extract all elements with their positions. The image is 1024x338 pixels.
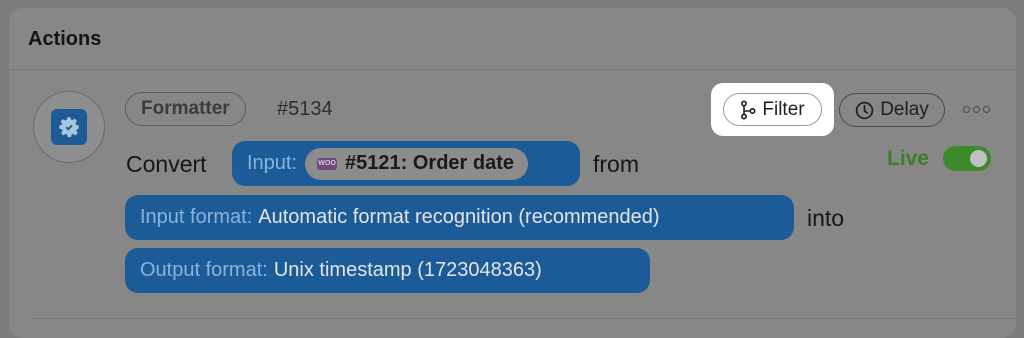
more-dot: [983, 105, 990, 113]
input-value-pill[interactable]: WOO #5121: Order date: [305, 147, 529, 180]
delay-button[interactable]: Delay: [839, 93, 945, 127]
more-dot: [973, 105, 980, 113]
output-format-value: Unix timestamp (1723048363): [273, 259, 542, 281]
more-options-icon[interactable]: [963, 104, 991, 114]
branch-icon: [741, 99, 756, 120]
input-chip-label: Input:: [247, 152, 298, 174]
word-from: from: [593, 151, 639, 177]
panel-title: Actions: [28, 28, 102, 50]
filter-label: Filter: [762, 98, 805, 120]
formatter-gear-icon: [51, 109, 87, 145]
delay-label: Delay: [880, 99, 929, 120]
toggle-knob: [970, 150, 987, 167]
filter-button[interactable]: Filter: [723, 93, 822, 126]
output-format-label: Output format:: [140, 259, 268, 281]
live-toggle[interactable]: [943, 146, 991, 171]
output-format-chip[interactable]: Output format: Unix timestamp (172304836…: [125, 248, 650, 293]
input-format-value: Automatic format recognition (recommende…: [258, 206, 660, 228]
input-format-chip[interactable]: Input format: Automatic format recogniti…: [125, 195, 794, 240]
step-number: #5134: [277, 98, 333, 120]
app-tag-formatter[interactable]: Formatter: [125, 92, 246, 126]
divider: [9, 69, 1016, 70]
input-value: #5121: Order date: [345, 152, 515, 174]
word-convert: Convert: [126, 151, 207, 177]
clock-icon: [855, 101, 874, 119]
input-chip[interactable]: Input: WOO #5121: Order date: [232, 141, 580, 186]
divider: [32, 318, 1016, 319]
more-dot: [963, 105, 970, 113]
filter-button-highlight: Filter: [711, 83, 834, 136]
step-app-icon[interactable]: [33, 91, 105, 163]
word-into: into: [807, 205, 845, 231]
woocommerce-icon: WOO: [317, 157, 338, 170]
input-format-label: Input format:: [140, 206, 253, 228]
status-label: Live: [887, 147, 930, 170]
